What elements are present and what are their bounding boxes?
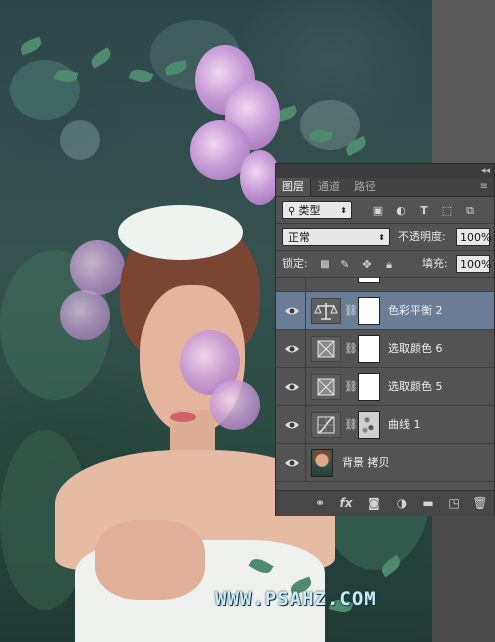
layer-list: ⛓ 色彩平衡 2 ⛓ 选取颜色 6 ⛓ 选取颜色 5 ⛓ 曲线 1 背景 拷贝 (276, 278, 494, 490)
tab-layers[interactable]: 图层 (276, 178, 311, 196)
layer-row[interactable]: ⛓ 选取颜色 5 (276, 368, 494, 406)
filter-adjustment-icon[interactable]: ◐ (394, 204, 408, 218)
visibility-eye-icon[interactable] (284, 380, 300, 394)
layer-mask-thumbnail[interactable] (358, 411, 380, 439)
filter-type-icon[interactable]: T (417, 204, 431, 218)
visibility-eye-icon[interactable] (284, 418, 300, 432)
link-icon[interactable]: ⛓ (344, 380, 358, 394)
link-icon[interactable]: ⛓ (344, 418, 358, 432)
blend-row: 正常 ⬍ 不透明度: 100% (276, 226, 494, 248)
layer-name[interactable]: 背景 拷贝 (342, 444, 390, 482)
trash-icon[interactable]: 🗑︎ (472, 496, 488, 510)
link-icon[interactable]: ⛓ (344, 342, 358, 356)
curves-icon (311, 412, 341, 438)
fx-icon[interactable]: fx (338, 496, 354, 510)
lock-transparency-icon[interactable]: ▩ (318, 258, 332, 272)
link-icon[interactable]: ⚭ (312, 496, 328, 510)
layer-row[interactable]: ⛓ 选取颜色 6 (276, 330, 494, 368)
lock-position-icon[interactable]: ✥ (360, 258, 374, 272)
layer-mask-thumbnail[interactable] (358, 373, 380, 401)
lock-image-icon[interactable]: ✎ (338, 258, 352, 272)
visibility-eye-icon[interactable] (284, 456, 300, 470)
fill-label: 填充: (422, 257, 448, 270)
link-icon[interactable]: ⛓ (344, 304, 358, 318)
filter-kind-select[interactable]: ⚲ 类型 ⬍ (282, 201, 352, 219)
layer-row[interactable]: ⛓ 曲线 1 (276, 406, 494, 444)
selective-color-icon (311, 336, 341, 362)
opacity-label: 不透明度: (398, 230, 446, 243)
new-layer-icon[interactable]: ◳ (446, 496, 462, 510)
panel-collapse-bar[interactable]: ◂◂ (276, 164, 494, 178)
layer-row[interactable]: ⛓ 色彩平衡 2 (276, 292, 494, 330)
filter-kind-label: 类型 (298, 204, 321, 217)
lock-row: 锁定: ▩ ✎ ✥ 🔒︎ 填充: 100% (276, 253, 494, 275)
selective-color-icon (311, 374, 341, 400)
filter-smart-object-icon[interactable]: ⧉ (463, 204, 477, 218)
filter-shape-icon[interactable]: ⬚ (440, 204, 454, 218)
layer-row[interactable]: 背景 拷贝 (276, 444, 494, 482)
layer-mask-thumbnail[interactable] (358, 297, 380, 325)
opacity-field[interactable]: 100% (456, 228, 491, 246)
visibility-eye-icon[interactable] (284, 342, 300, 356)
tab-channels[interactable]: 通道 (312, 178, 346, 196)
workspace-gray (432, 0, 495, 163)
layers-footer-toolbar: ⚭ fx ◙ ◑ ▬ ◳ 🗑︎ (276, 490, 494, 516)
search-icon: ⚲ (288, 206, 299, 217)
collapse-icon[interactable]: ◂◂ (481, 164, 490, 178)
lock-all-icon[interactable]: 🔒︎ (382, 258, 396, 272)
updown-arrow-icon: ⬍ (340, 206, 347, 215)
layer-thumbnail[interactable] (311, 449, 333, 477)
layer-mask-thumbnail[interactable] (358, 335, 380, 363)
panel-menu-icon[interactable]: ≡ (480, 178, 488, 196)
color-balance-icon (311, 298, 341, 324)
layer-name[interactable]: 色彩平衡 2 (388, 292, 443, 330)
filter-pixel-icon[interactable]: ▣ (371, 204, 385, 218)
panel-tabs: 图层 通道 路径 ≡ (276, 178, 494, 197)
tab-paths[interactable]: 路径 (348, 178, 382, 196)
add-mask-icon[interactable]: ◙ (366, 496, 382, 510)
blend-mode-select[interactable]: 正常 ⬍ (282, 228, 390, 246)
blend-mode-value: 正常 (288, 231, 310, 244)
filter-row: ⚲ 类型 ⬍ ▣ ◐ T ⬚ ⧉ (276, 199, 494, 221)
updown-arrow-icon: ⬍ (378, 233, 385, 242)
layer-row-partial[interactable] (276, 278, 494, 292)
adjustment-icon[interactable]: ◑ (394, 496, 410, 510)
layer-name[interactable]: 选取颜色 5 (388, 368, 443, 406)
watermark-text: WWW.PSAHZ.COM (215, 588, 377, 610)
visibility-eye-icon[interactable] (284, 304, 300, 318)
folder-icon[interactable]: ▬ (420, 496, 436, 510)
layer-name[interactable]: 选取颜色 6 (388, 330, 443, 368)
layer-name[interactable]: 曲线 1 (388, 406, 421, 444)
layers-panel: ◂◂ 图层 通道 路径 ≡ ⚲ 类型 ⬍ ▣ ◐ T ⬚ ⧉ 正常 ⬍ 不透明度… (275, 163, 495, 516)
lock-label: 锁定: (282, 257, 308, 270)
fill-field[interactable]: 100% (456, 255, 491, 273)
